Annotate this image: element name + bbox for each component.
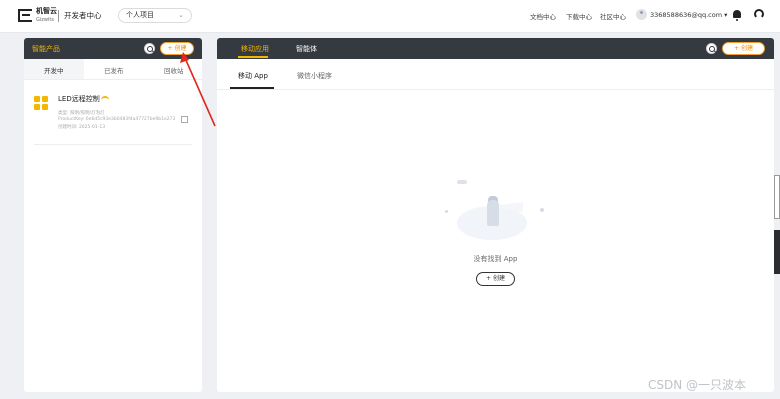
top-bar: 机智云 Gizwits 开发者中心 个人项目 ⌄ 文档中心 下载中心 社区中心 …	[0, 0, 780, 33]
product-card[interactable]: LED远程控制 类型: 照明/照明/灯泡灯 ProductKey: 6e6d5c…	[34, 88, 192, 145]
app-type-tabs: 移动 App 微信小程序	[217, 59, 774, 90]
empty-state-message: 没有找到 App	[473, 255, 518, 263]
active-subtab-underline	[230, 87, 274, 89]
user-avatar-icon[interactable]	[636, 9, 647, 20]
developer-center-title: 开发者中心	[64, 11, 102, 20]
apps-panel-header: 移动应用 智能体 + 创建	[217, 38, 774, 59]
divider	[58, 10, 59, 22]
product-category: 类型: 照明/照明/灯泡灯	[58, 111, 105, 116]
tab-agents[interactable]: 智能体	[296, 44, 317, 54]
nav-downloads[interactable]: 下载中心	[566, 11, 592, 21]
tab-published[interactable]: 已发布	[104, 65, 124, 75]
apps-panel: 移动应用 智能体 + 创建 移动 App 微信小程序 没有找到 App + 创建	[217, 38, 774, 392]
user-email-menu[interactable]: 3368588636@qq.com ▾	[650, 11, 727, 19]
tab-mobile-app[interactable]: 移动 App	[238, 71, 268, 81]
side-widget-dark[interactable]	[774, 230, 780, 274]
products-panel-header: 智能产品 + 创建	[24, 38, 202, 59]
search-icon[interactable]	[144, 43, 155, 54]
tab-recycle-bin[interactable]: 回收站	[164, 65, 184, 75]
watermark: CSDN @一只波本	[648, 378, 747, 392]
copy-icon[interactable]	[181, 116, 188, 123]
nav-community[interactable]: 社区中心	[600, 11, 626, 21]
side-widget[interactable]	[774, 175, 780, 219]
tab-mobile-apps[interactable]: 移动应用	[241, 44, 269, 54]
active-tab-underline	[238, 56, 268, 58]
nav-docs[interactable]: 文档中心	[530, 11, 556, 21]
product-icon	[34, 96, 50, 112]
product-status-tabs: 开发中 已发布 回收站	[24, 59, 202, 80]
empty-state-illustration	[445, 180, 544, 240]
brand-name-en: Gizwits	[36, 17, 54, 23]
project-select[interactable]: 个人项目 ⌄	[118, 8, 192, 23]
tab-in-development[interactable]: 开发中	[44, 65, 64, 75]
product-created-time: 创建时间: 2025-01-13	[58, 125, 106, 130]
project-select-value: 个人项目	[126, 11, 154, 19]
gizwits-logo-icon[interactable]	[18, 9, 32, 22]
wifi-icon	[101, 96, 109, 103]
product-name: LED远程控制	[58, 95, 100, 103]
create-product-button[interactable]: + 创建	[160, 42, 194, 55]
product-key: ProductKey: 6e6d5c93e3b0483f4a47727be9b1…	[58, 117, 176, 122]
headset-icon[interactable]	[754, 9, 764, 19]
create-app-button[interactable]: + 创建	[722, 42, 765, 55]
tab-wechat-miniprogram[interactable]: 微信小程序	[297, 71, 332, 81]
bell-icon[interactable]	[733, 10, 741, 21]
brand-name: 机智云	[36, 7, 57, 15]
brand: 机智云 Gizwits	[36, 7, 57, 25]
products-title: 智能产品	[32, 45, 60, 53]
search-icon[interactable]	[706, 43, 717, 54]
chevron-down-icon: ⌄	[178, 11, 184, 19]
empty-create-button[interactable]: + 创建	[476, 272, 515, 286]
